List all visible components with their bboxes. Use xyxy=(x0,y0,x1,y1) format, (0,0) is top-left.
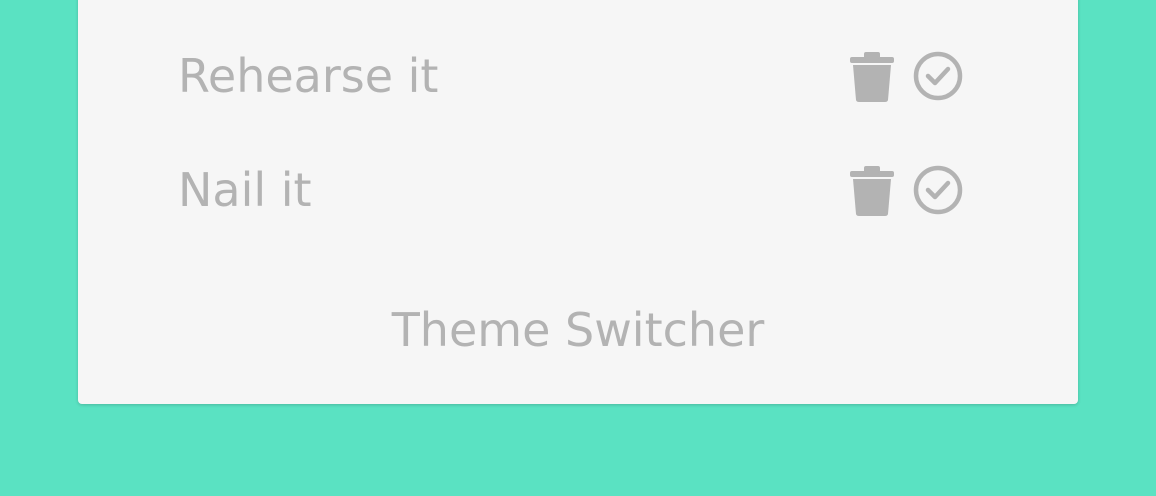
todo-item: Rehearse it xyxy=(178,46,968,106)
check-circle-icon xyxy=(913,51,963,101)
todo-item: Nail it xyxy=(178,160,968,220)
todo-item-text: Rehearse it xyxy=(178,49,439,103)
check-circle-icon xyxy=(913,165,963,215)
todo-item-text: Nail it xyxy=(178,163,312,217)
delete-button[interactable] xyxy=(848,164,900,216)
theme-switcher-link[interactable]: Theme Switcher xyxy=(78,300,1078,360)
complete-button[interactable] xyxy=(912,50,964,102)
complete-button[interactable] xyxy=(912,164,964,216)
todo-card: Rehearse it Nail it Theme Switcher xyxy=(78,0,1078,404)
todo-item-actions xyxy=(848,50,968,102)
trash-icon xyxy=(850,166,894,216)
trash-icon xyxy=(850,52,894,102)
delete-button[interactable] xyxy=(848,50,900,102)
todo-item-actions xyxy=(848,164,968,216)
